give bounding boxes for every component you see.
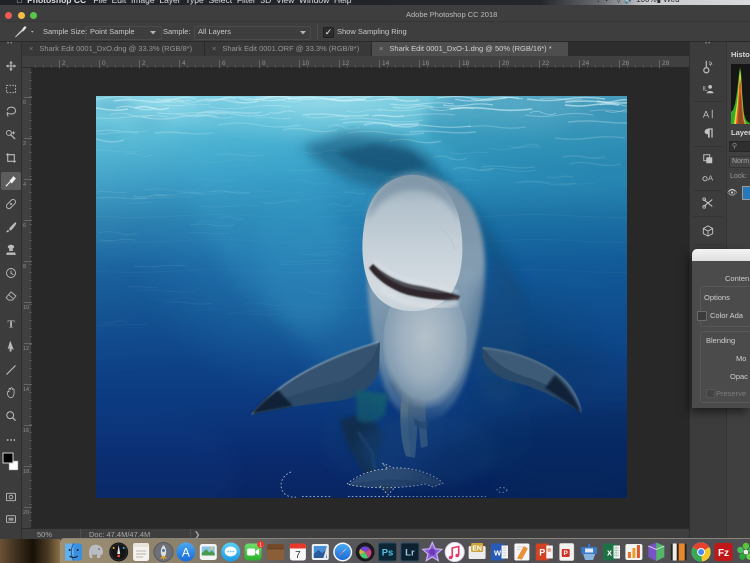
svg-text:w: w bbox=[493, 548, 502, 558]
svg-text:P: P bbox=[564, 550, 569, 557]
svg-text:6: 6 bbox=[222, 60, 226, 67]
svg-text:26: 26 bbox=[622, 60, 630, 67]
svg-text:0: 0 bbox=[23, 100, 26, 106]
svg-text:7: 7 bbox=[295, 550, 301, 561]
svg-text:8: 8 bbox=[23, 264, 26, 270]
svg-text:1: 1 bbox=[259, 543, 262, 549]
svg-text:16: 16 bbox=[422, 60, 430, 67]
svg-text:14: 14 bbox=[382, 60, 390, 67]
svg-text:Lr: Lr bbox=[405, 548, 415, 559]
svg-text:12: 12 bbox=[342, 60, 350, 67]
svg-text:2: 2 bbox=[142, 60, 146, 67]
svg-text:14: 14 bbox=[23, 387, 29, 393]
svg-text:8: 8 bbox=[262, 60, 266, 67]
svg-text:Fz: Fz bbox=[718, 548, 729, 559]
svg-text:A: A bbox=[708, 173, 714, 182]
svg-text:EN: EN bbox=[472, 546, 482, 553]
svg-text:24: 24 bbox=[582, 60, 590, 67]
svg-text:4: 4 bbox=[23, 182, 26, 188]
svg-text:18: 18 bbox=[462, 60, 470, 67]
svg-text:20: 20 bbox=[23, 510, 29, 516]
svg-text:2: 2 bbox=[23, 141, 26, 147]
svg-text:A: A bbox=[182, 546, 190, 560]
svg-text:16: 16 bbox=[23, 428, 29, 434]
svg-text:IL: IL bbox=[702, 87, 708, 93]
svg-text:18: 18 bbox=[23, 469, 29, 475]
svg-text:20: 20 bbox=[502, 60, 510, 67]
svg-text:28: 28 bbox=[662, 60, 670, 67]
svg-text:Ps: Ps bbox=[382, 548, 394, 559]
svg-text:22: 22 bbox=[542, 60, 550, 67]
svg-text:10: 10 bbox=[302, 60, 310, 67]
svg-text:0: 0 bbox=[102, 60, 106, 67]
svg-text:10: 10 bbox=[23, 305, 29, 311]
svg-text:6: 6 bbox=[23, 223, 26, 229]
svg-text:P: P bbox=[539, 548, 545, 558]
svg-text:2: 2 bbox=[62, 60, 66, 67]
svg-text:x: x bbox=[607, 548, 612, 558]
svg-text:12: 12 bbox=[23, 346, 29, 352]
svg-text:A: A bbox=[703, 109, 710, 119]
svg-text:T: T bbox=[7, 320, 14, 331]
svg-text:4: 4 bbox=[182, 60, 186, 67]
